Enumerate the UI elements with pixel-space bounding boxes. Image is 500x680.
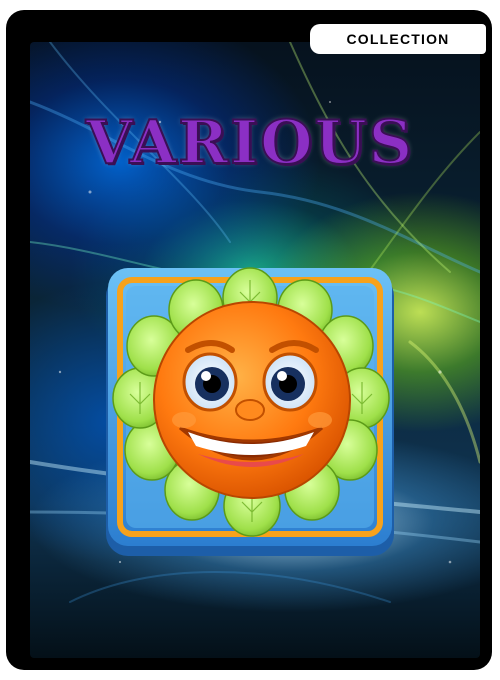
smiling-flower-icon[interactable]	[100, 258, 400, 558]
collection-label: COLLECTION	[346, 31, 450, 47]
page-title: VARIOUS	[85, 107, 415, 179]
collection-badge: COLLECTION	[310, 24, 486, 54]
